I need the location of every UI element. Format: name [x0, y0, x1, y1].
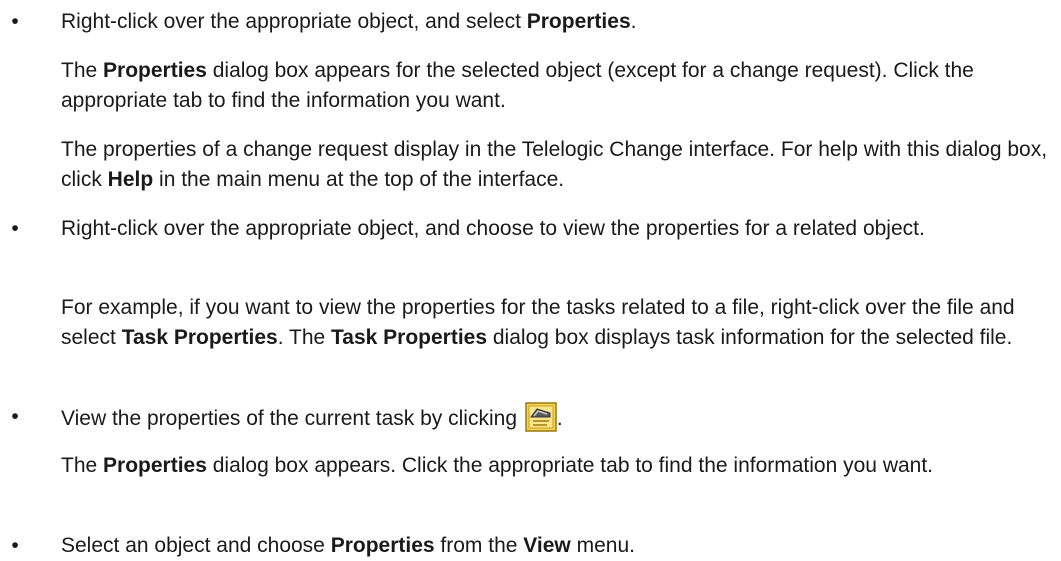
- bullet: •: [11, 10, 19, 33]
- text: in the main menu at the top of the inter…: [153, 168, 565, 191]
- bold-term: Help: [107, 168, 154, 191]
- bold-term: Task Properties: [331, 326, 488, 349]
- text: dialog box displays task information for…: [487, 326, 1013, 349]
- paragraph: The Properties dialog box appears for th…: [61, 56, 1051, 116]
- bold-term: View: [523, 534, 571, 557]
- bullet: •: [11, 534, 19, 557]
- bold-term: Properties: [103, 59, 207, 82]
- text: Right-click over the appropriate object,…: [61, 10, 527, 33]
- list-item-lead: Right-click over the appropriate object,…: [61, 7, 1051, 37]
- bullet: •: [11, 405, 19, 428]
- paragraph: For example, if you want to view the pro…: [61, 293, 1051, 353]
- text: The: [61, 59, 104, 82]
- text: dialog box appears. Click the appropriat…: [206, 454, 934, 477]
- bold-term: Properties: [330, 534, 435, 557]
- list-item-lead: Select an object and choose Properties f…: [61, 531, 1051, 561]
- bold-term: Task Properties: [121, 326, 278, 349]
- text: .: [630, 10, 637, 33]
- text: menu.: [570, 534, 635, 557]
- bullet: •: [11, 217, 19, 240]
- text: . The: [277, 326, 332, 349]
- bold-term: Properties: [526, 10, 631, 33]
- paragraph: The Properties dialog box appears. Click…: [61, 451, 1051, 481]
- text: Select an object and choose: [61, 534, 331, 557]
- text: from the: [434, 534, 524, 557]
- text: View the properties of the current task …: [61, 407, 523, 430]
- document: • Right-click over the appropriate objec…: [0, 0, 1061, 557]
- paragraph: The properties of a change request displ…: [61, 135, 1051, 195]
- task-properties-icon[interactable]: [525, 402, 557, 432]
- list-item-lead: Right-click over the appropriate object,…: [61, 217, 925, 240]
- list-item-lead: View the properties of the current task …: [61, 402, 1051, 434]
- text: .: [556, 407, 563, 430]
- bold-term: Properties: [103, 454, 207, 477]
- text: The: [61, 454, 104, 477]
